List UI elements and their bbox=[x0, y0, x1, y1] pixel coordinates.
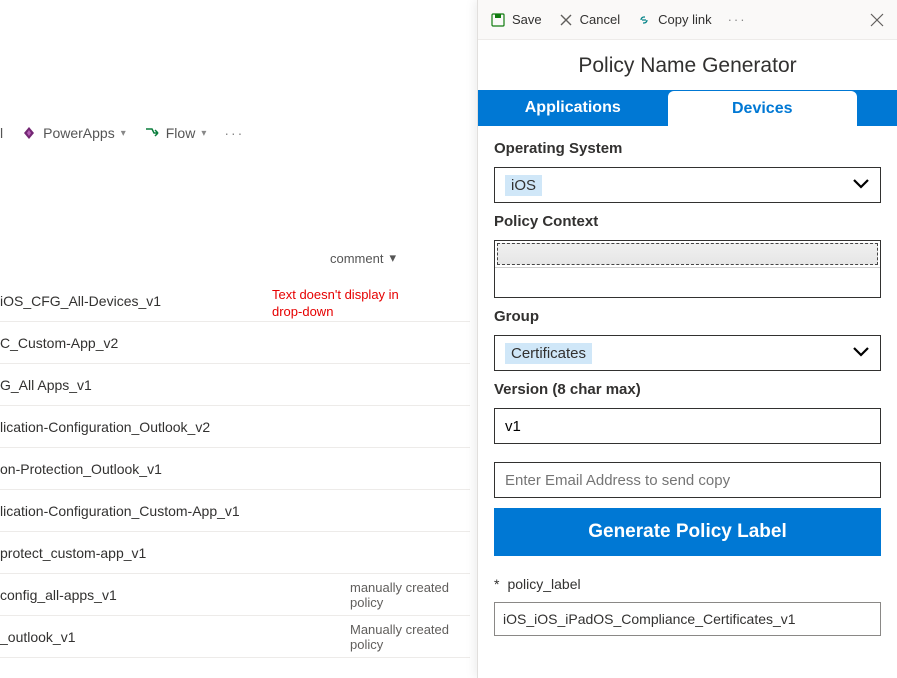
chevron-down-icon: ▾ bbox=[201, 128, 206, 139]
list-item-title: G_All Apps_v1 bbox=[0, 377, 350, 393]
os-value: iOS bbox=[505, 175, 542, 196]
policy-label-value: iOS_iOS_iPadOS_Compliance_Certificates_v… bbox=[503, 611, 796, 627]
flow-icon bbox=[144, 125, 160, 141]
form: Operating System iOS Policy Context Grou… bbox=[478, 126, 897, 650]
close-icon bbox=[869, 12, 885, 28]
overflow-dots[interactable]: ··· bbox=[224, 125, 244, 141]
save-button[interactable]: Save bbox=[490, 12, 542, 28]
list-item-title: protect_custom-app_v1 bbox=[0, 545, 350, 561]
link-icon bbox=[636, 12, 652, 28]
list-item-title: on-Protection_Outlook_v1 bbox=[0, 461, 350, 477]
list-item[interactable]: _outlook_v1Manually created policy bbox=[0, 616, 470, 658]
group-label: Group bbox=[494, 308, 881, 325]
chevron-down-icon bbox=[852, 345, 870, 361]
list-item-title: _outlook_v1 bbox=[0, 629, 350, 645]
list-item[interactable]: config_all-apps_v1manually created polic… bbox=[0, 574, 470, 616]
list-item-comment: Manually created policy bbox=[350, 622, 470, 652]
list-item-title: C_Custom-App_v2 bbox=[0, 335, 350, 351]
chevron-down-icon bbox=[852, 177, 870, 193]
chevron-down-icon: ▾ bbox=[121, 128, 126, 139]
email-field[interactable] bbox=[505, 463, 870, 497]
cmd-item-powerapps[interactable]: PowerApps ▾ bbox=[21, 125, 126, 141]
list-item-comment: manually created policy bbox=[350, 580, 470, 610]
list-item-title: lication-Configuration_Outlook_v2 bbox=[0, 419, 350, 435]
annotation-text: Text doesn't display in drop-down bbox=[272, 287, 399, 321]
list-item-title: config_all-apps_v1 bbox=[0, 587, 350, 603]
column-header-label: comment bbox=[330, 251, 383, 266]
policy-context-select[interactable] bbox=[494, 240, 881, 298]
list-item[interactable]: iOS_CFG_All-Devices_v1 bbox=[0, 280, 470, 322]
generate-label: Generate Policy Label bbox=[588, 521, 787, 542]
column-header-comment[interactable]: comment ▾ bbox=[330, 250, 396, 266]
close-panel-button[interactable] bbox=[869, 12, 885, 28]
cmd-item-truncated[interactable]: l bbox=[0, 125, 3, 141]
tab-label: Applications bbox=[525, 99, 621, 117]
cancel-label: Cancel bbox=[580, 12, 620, 27]
copy-link-label: Copy link bbox=[658, 12, 711, 27]
annotation-line: drop-down bbox=[272, 304, 399, 321]
tab-bar: Applications Devices bbox=[478, 90, 897, 126]
overflow-dots[interactable]: ··· bbox=[728, 12, 747, 27]
tab-label: Devices bbox=[732, 100, 793, 118]
list-item[interactable]: lication-Configuration_Custom-App_v1 bbox=[0, 490, 470, 532]
policy-label-row: * policy_label bbox=[494, 576, 881, 592]
list-item-title: lication-Configuration_Custom-App_v1 bbox=[0, 503, 350, 519]
policy-label-label: policy_label bbox=[507, 576, 580, 592]
save-label: Save bbox=[512, 12, 542, 27]
version-field[interactable] bbox=[505, 409, 870, 443]
group-select[interactable]: Certificates bbox=[494, 335, 881, 371]
cmd-label: PowerApps bbox=[43, 125, 115, 141]
group-value: Certificates bbox=[505, 343, 592, 364]
list-item[interactable]: lication-Configuration_Outlook_v2 bbox=[0, 406, 470, 448]
close-icon bbox=[558, 12, 574, 28]
required-asterisk: * bbox=[494, 576, 499, 592]
generate-button[interactable]: Generate Policy Label bbox=[494, 508, 881, 556]
policy-context-label: Policy Context bbox=[494, 213, 881, 230]
os-label: Operating System bbox=[494, 140, 881, 157]
powerapps-icon bbox=[21, 125, 37, 141]
os-select[interactable]: iOS bbox=[494, 167, 881, 203]
cmd-item-flow[interactable]: Flow ▾ bbox=[144, 125, 207, 141]
tab-bar-gap bbox=[857, 90, 897, 126]
copy-link-button[interactable]: Copy link bbox=[636, 12, 711, 28]
email-input[interactable] bbox=[494, 462, 881, 498]
tab-devices[interactable]: Devices bbox=[668, 91, 858, 126]
tab-applications[interactable]: Applications bbox=[478, 90, 668, 126]
list-item[interactable]: C_Custom-App_v2 bbox=[0, 322, 470, 364]
chevron-down-icon: ▾ bbox=[389, 250, 396, 266]
list-item[interactable]: protect_custom-app_v1 bbox=[0, 532, 470, 574]
cancel-button[interactable]: Cancel bbox=[558, 12, 620, 28]
annotation-line: Text doesn't display in bbox=[272, 287, 399, 304]
policy-list: iOS_CFG_All-Devices_v1 C_Custom-App_v2 G… bbox=[0, 280, 470, 658]
policy-context-dropdown-area bbox=[495, 267, 880, 297]
cmd-label: Flow bbox=[166, 125, 196, 141]
panel-toolbar: Save Cancel Copy link ··· bbox=[478, 0, 897, 40]
policy-label-input[interactable]: iOS_iOS_iPadOS_Compliance_Certificates_v… bbox=[494, 602, 881, 636]
save-icon bbox=[490, 12, 506, 28]
panel-title: Policy Name Generator bbox=[478, 40, 897, 90]
version-label: Version (8 char max) bbox=[494, 381, 881, 398]
label-truncated: l bbox=[0, 125, 3, 141]
policy-context-value bbox=[497, 243, 878, 265]
side-panel: Save Cancel Copy link ··· Policy Name Ge… bbox=[477, 0, 897, 678]
version-input[interactable] bbox=[494, 408, 881, 444]
list-item[interactable]: G_All Apps_v1 bbox=[0, 364, 470, 406]
list-item[interactable]: on-Protection_Outlook_v1 bbox=[0, 448, 470, 490]
